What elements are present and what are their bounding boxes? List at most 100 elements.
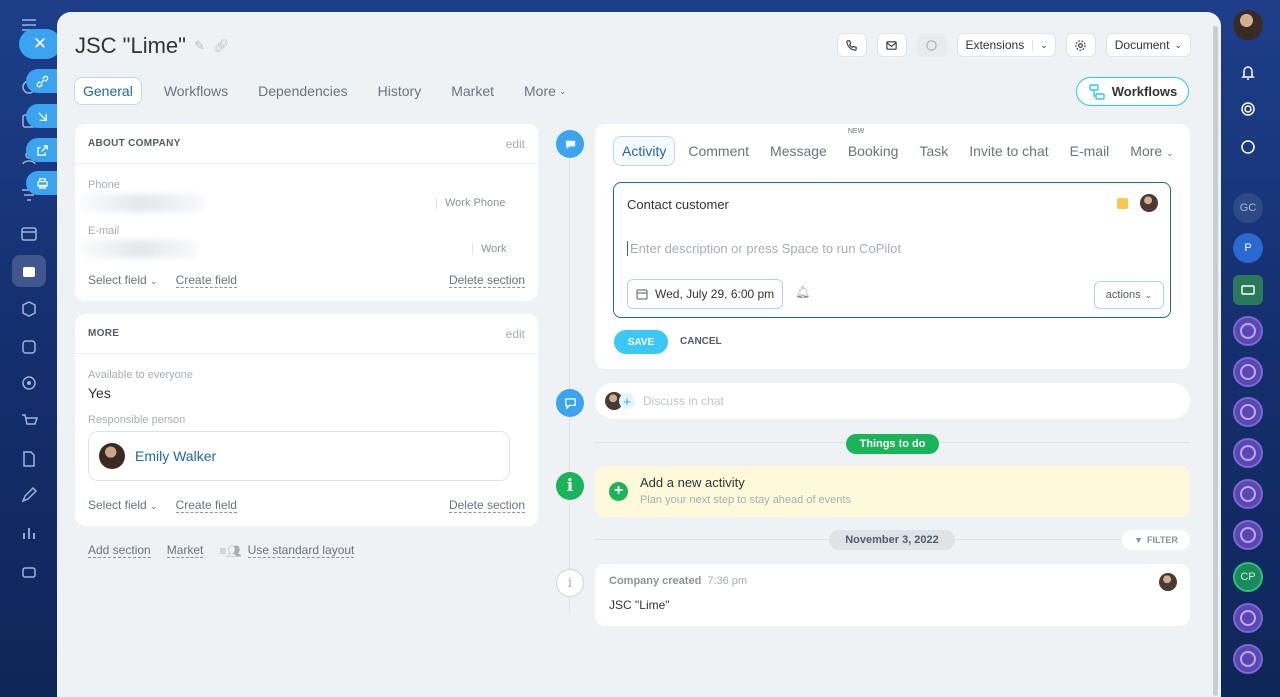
create-field-link[interactable]: Create field xyxy=(175,498,237,513)
box-icon[interactable] xyxy=(18,298,40,320)
copilot-icon[interactable] xyxy=(1233,94,1263,124)
description-input[interactable]: Enter description or press Space to run … xyxy=(627,241,901,256)
target-icon[interactable] xyxy=(18,372,40,394)
tab-workflows[interactable]: Workflows xyxy=(156,78,236,104)
section-heading: MORE xyxy=(88,328,120,339)
chevron-down-icon: ⌄ xyxy=(1144,289,1153,300)
scrollbar[interactable] xyxy=(1213,26,1218,696)
edit-title-icon[interactable]: ✎ xyxy=(194,38,205,54)
chat-button[interactable] xyxy=(916,33,947,57)
chat-group-icon[interactable] xyxy=(1233,644,1263,674)
avatar xyxy=(1159,573,1177,591)
select-field-label: Select field xyxy=(88,498,147,512)
create-field-link[interactable]: Create field xyxy=(175,273,237,288)
deadline-picker[interactable]: Wed, July 29, 6:00 pm xyxy=(627,279,783,309)
add-activity-card[interactable]: + Add a new activity Plan your next step… xyxy=(595,466,1190,517)
activity-editor[interactable]: Contact customer Enter description or pr… xyxy=(613,182,1171,318)
tab-dependencies[interactable]: Dependencies xyxy=(250,78,356,104)
entity-tabs: General Workflows Dependencies History M… xyxy=(74,77,574,105)
open-new-window-button[interactable] xyxy=(26,138,58,162)
minimize-button[interactable] xyxy=(26,104,58,128)
pen-icon[interactable] xyxy=(18,484,40,506)
tab-more[interactable]: More ⌄ xyxy=(516,78,574,104)
email-value-blurred xyxy=(79,240,197,258)
document-dropdown[interactable]: Document ⌄ xyxy=(1105,33,1191,57)
robot-icon[interactable] xyxy=(18,560,40,582)
cart-icon[interactable] xyxy=(18,410,40,432)
responsible-name[interactable]: Emily Walker xyxy=(135,448,216,464)
copy-link-button[interactable] xyxy=(26,69,58,93)
atab-invite-to-chat[interactable]: Invite to chat xyxy=(961,137,1056,165)
avatar[interactable] xyxy=(1140,194,1158,212)
delete-section-link[interactable]: Delete section xyxy=(448,273,525,288)
chat-cp-avatar[interactable]: CP xyxy=(1233,562,1263,592)
select-field-dropdown[interactable]: Select field ⌄ xyxy=(88,273,158,288)
tab-market[interactable]: Market xyxy=(443,78,502,104)
add-section-link[interactable]: Add section xyxy=(88,543,151,558)
plus-icon[interactable]: + xyxy=(609,482,628,501)
chevron-down-icon: ⌄ xyxy=(1166,148,1174,158)
call-button[interactable] xyxy=(836,33,867,57)
notifications-icon[interactable] xyxy=(1233,57,1263,87)
print-button[interactable] xyxy=(26,171,58,195)
atab-message[interactable]: Message xyxy=(762,137,835,165)
atab-more[interactable]: More ⌄ xyxy=(1122,137,1181,165)
extensions-dropdown[interactable]: Extensions ⌄ xyxy=(956,33,1056,57)
chat-group-icon[interactable] xyxy=(1233,397,1263,427)
cancel-button[interactable]: CANCEL xyxy=(680,336,722,347)
edit-section-link[interactable]: edit xyxy=(506,137,525,151)
chat-group-icon[interactable] xyxy=(1233,603,1263,633)
chat-group-icon[interactable] xyxy=(1233,438,1263,468)
user-avatar[interactable] xyxy=(1233,10,1263,40)
standard-layout-link[interactable]: ≡👥︎ Use standard layout xyxy=(219,543,355,558)
save-button[interactable]: SAVE xyxy=(614,330,668,354)
crm-icon[interactable] xyxy=(18,260,40,282)
analytics-icon[interactable] xyxy=(18,522,40,544)
chat-group-icon[interactable] xyxy=(1233,479,1263,509)
market-link[interactable]: Market xyxy=(166,543,204,558)
responsible-person[interactable]: Emily Walker xyxy=(88,431,510,481)
filter-button[interactable]: ▼ FILTER xyxy=(1122,530,1190,550)
search-chat-icon[interactable] xyxy=(1233,132,1263,162)
workflows-button[interactable]: Workflows xyxy=(1076,77,1189,106)
history-event: Company created 7:36 pm xyxy=(609,575,747,587)
section-footer: Select field ⌄ Create field Delete secti… xyxy=(88,498,525,513)
calendar-icon[interactable] xyxy=(18,222,40,244)
document-icon[interactable] xyxy=(18,448,40,470)
phone-label: Phone xyxy=(88,179,120,191)
link-icon[interactable]: 🔗︎ xyxy=(213,38,230,54)
atab-booking[interactable]: NEW Booking xyxy=(840,128,907,165)
activity-title[interactable]: Contact customer xyxy=(627,197,729,212)
chat-p-avatar[interactable]: P xyxy=(1233,233,1263,263)
select-field-dropdown[interactable]: Select field ⌄ xyxy=(88,498,158,513)
chat-gc-avatar[interactable]: GC xyxy=(1233,193,1263,223)
settings-button[interactable] xyxy=(1065,33,1096,57)
atab-comment[interactable]: Comment xyxy=(680,137,757,165)
atab-email[interactable]: E-mail xyxy=(1062,137,1118,165)
layout-icon: ≡👥︎ xyxy=(219,543,242,558)
tab-general[interactable]: General xyxy=(74,77,142,105)
tab-history[interactable]: History xyxy=(370,78,430,104)
bell-icon[interactable]: 🔔︎ xyxy=(795,285,810,299)
color-marker[interactable] xyxy=(1117,198,1128,209)
chat-group-icon[interactable] xyxy=(1233,520,1263,550)
history-time: 7:36 pm xyxy=(707,575,748,587)
atab-task[interactable]: Task xyxy=(911,137,956,165)
discuss-in-chat-bar[interactable]: + Discuss in chat xyxy=(595,383,1190,419)
edit-section-link[interactable]: edit xyxy=(506,327,525,341)
chat-group-icon[interactable] xyxy=(1233,316,1263,346)
page-title: JSC "Lime" ✎ 🔗︎ xyxy=(75,33,229,59)
chevron-down-icon[interactable]: ⌄ xyxy=(1032,39,1055,51)
chat-group-icon[interactable] xyxy=(1233,357,1263,387)
contact-center-icon[interactable] xyxy=(18,336,40,358)
email-button[interactable] xyxy=(876,33,907,57)
chat-contact-card-icon[interactable] xyxy=(1233,275,1263,305)
filter-label: FILTER xyxy=(1147,535,1178,545)
atab-booking-label: Booking xyxy=(847,143,899,159)
add-participant-icon[interactable]: + xyxy=(619,393,635,409)
available-label: Available to everyone xyxy=(88,369,193,381)
delete-section-link[interactable]: Delete section xyxy=(448,498,525,513)
atab-activity[interactable]: Activity xyxy=(613,136,676,166)
actions-dropdown[interactable]: actions ⌄ xyxy=(1094,281,1164,309)
close-slider-button[interactable]: ✕ xyxy=(19,29,61,59)
